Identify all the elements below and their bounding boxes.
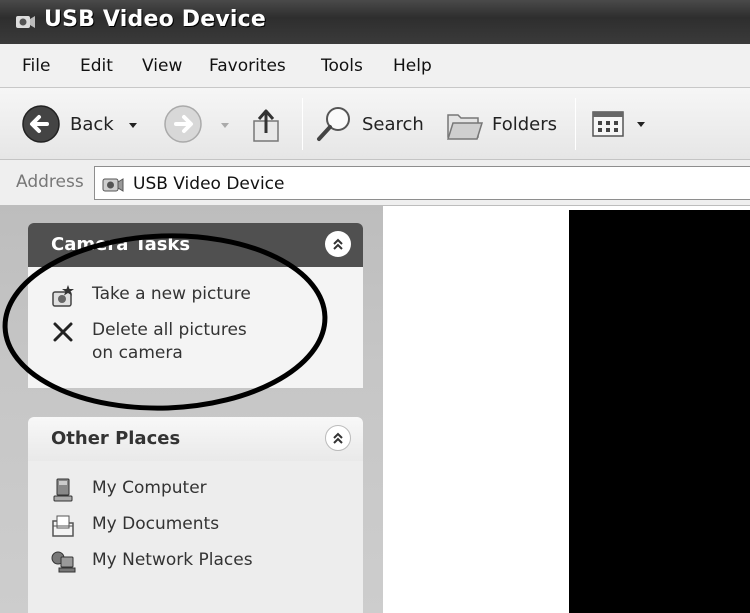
folders-button[interactable]: Folders [444, 102, 557, 146]
camera-snapshot-icon [52, 285, 74, 307]
toolbar-separator [575, 98, 576, 150]
collapse-chevron-icon[interactable] [325, 425, 351, 451]
address-field[interactable]: USB Video Device [94, 166, 750, 200]
camera-tasks-header[interactable]: Camera Tasks [28, 223, 363, 267]
my-computer-link[interactable]: My Computer [50, 477, 207, 503]
search-button[interactable]: Search [314, 102, 424, 146]
camera-tasks-panel: Camera Tasks Take a new picture Delete a… [28, 223, 363, 388]
folders-label: Folders [492, 113, 558, 135]
toolbar: Back Search Folders [0, 88, 750, 160]
camera-device-icon [102, 178, 124, 192]
delete-x-icon [53, 322, 73, 342]
toolbar-separator [302, 98, 303, 150]
menu-tools[interactable]: Tools [321, 56, 363, 76]
title-bar: USB Video Device [0, 0, 750, 44]
views-dropdown-icon[interactable] [637, 122, 645, 127]
menu-view[interactable]: View [142, 56, 182, 76]
back-arrow-icon [22, 105, 60, 143]
forward-dropdown-icon[interactable] [221, 123, 229, 128]
other-places-panel: Other Places My Computer My Documents My… [28, 417, 363, 613]
forward-button[interactable] [162, 102, 204, 146]
camera-preview [569, 210, 750, 613]
address-bar: Address USB Video Device [0, 160, 750, 206]
forward-arrow-icon [164, 105, 202, 143]
other-places-body: My Computer My Documents My Network Plac… [28, 461, 363, 613]
take-picture-label: Take a new picture [92, 284, 251, 304]
delete-pictures-link[interactable]: Delete all pictures on camera [50, 319, 270, 365]
my-computer-label: My Computer [92, 478, 207, 498]
content-area [383, 206, 750, 613]
back-label: Back [70, 113, 114, 135]
documents-icon [52, 515, 74, 537]
take-picture-link[interactable]: Take a new picture [50, 283, 251, 309]
menu-file[interactable]: File [22, 56, 50, 76]
computer-icon [53, 478, 73, 502]
menu-edit[interactable]: Edit [80, 56, 113, 76]
task-pane: Camera Tasks Take a new picture Delete a… [0, 206, 383, 613]
menu-favorites[interactable]: Favorites [209, 56, 286, 76]
other-places-header[interactable]: Other Places [28, 417, 363, 461]
my-documents-label: My Documents [92, 514, 220, 534]
address-label: Address [16, 172, 84, 192]
up-folder-button[interactable] [248, 102, 288, 146]
back-dropdown-icon[interactable] [129, 123, 137, 128]
collapse-chevron-icon[interactable] [325, 231, 351, 257]
search-label: Search [362, 113, 424, 135]
camera-tasks-title: Camera Tasks [51, 234, 191, 255]
address-value: USB Video Device [133, 174, 285, 194]
menu-bar: File Edit View Favorites Tools Help [0, 44, 750, 88]
camera-app-icon [16, 16, 35, 28]
delete-pictures-label: Delete all pictures on camera [92, 320, 247, 363]
search-icon [317, 107, 350, 141]
my-network-places-label: My Network Places [92, 550, 253, 570]
folders-icon [446, 114, 484, 140]
window-title: USB Video Device [44, 7, 266, 32]
my-documents-link[interactable]: My Documents [50, 513, 219, 539]
other-places-title: Other Places [51, 428, 181, 449]
menu-help[interactable]: Help [393, 56, 432, 76]
views-grid-icon [592, 111, 624, 137]
up-folder-icon [253, 109, 279, 142]
views-button[interactable] [590, 102, 626, 146]
back-button[interactable]: Back [20, 102, 114, 146]
camera-tasks-body: Take a new picture Delete all pictures o… [28, 267, 363, 388]
network-places-icon [51, 551, 76, 573]
my-network-places-link[interactable]: My Network Places [50, 549, 253, 575]
